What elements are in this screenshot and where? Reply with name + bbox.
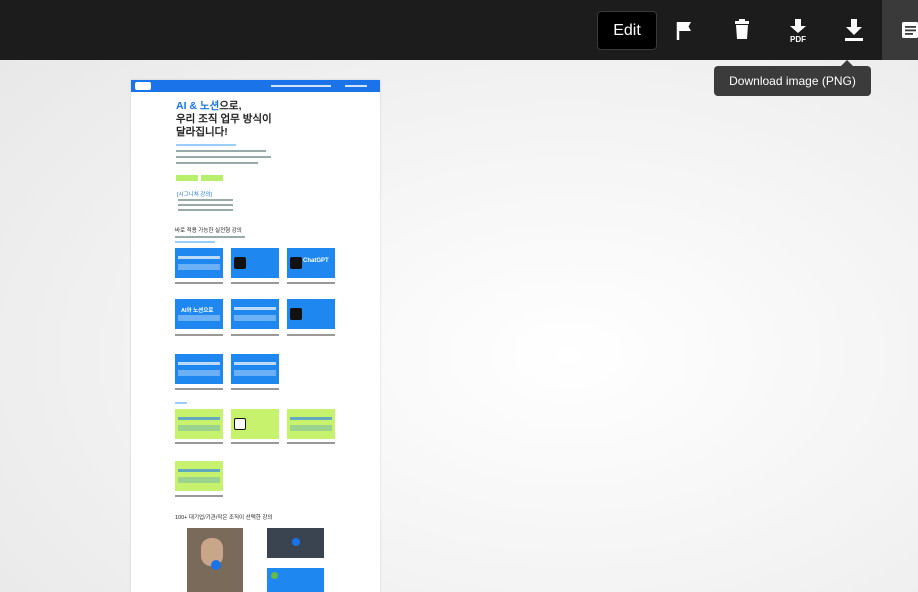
- course-card[interactable]: [175, 248, 223, 278]
- course-card[interactable]: [175, 354, 223, 384]
- practical-course-title: 바로 적용 가능한 실전형 강의: [175, 228, 242, 234]
- course-card[interactable]: [175, 409, 223, 439]
- document-panel-tab[interactable]: [882, 0, 918, 60]
- course-card[interactable]: [231, 299, 279, 329]
- page-preview[interactable]: AI & 노션으로, 우리 조직 업무 방식이 달라집니다! [시그니처 강의]…: [131, 80, 380, 592]
- course-card[interactable]: [287, 409, 335, 439]
- testimonial-video[interactable]: [187, 528, 243, 592]
- course-card-chatgpt[interactable]: ChatGPT: [287, 248, 335, 278]
- testimonial-video[interactable]: [267, 528, 324, 558]
- course-card-ai-notion[interactable]: AI와 노션으로: [175, 299, 223, 329]
- partners-section-title: 100+ 대기업/기관/작은 조직이 선택한 강의: [175, 515, 273, 521]
- download-tooltip: Download image (PNG): [714, 60, 871, 96]
- trash-icon[interactable]: [730, 18, 754, 44]
- preview-headline: AI & 노션으로, 우리 조직 업무 방식이 달라집니다!: [176, 100, 272, 138]
- signature-course-tag: [시그니처 강의]: [177, 192, 212, 198]
- document-icon: [902, 22, 918, 38]
- download-image-icon[interactable]: [842, 18, 866, 44]
- download-pdf-icon[interactable]: PDF: [786, 18, 810, 44]
- pdf-label: PDF: [790, 35, 806, 44]
- play-icon[interactable]: [292, 538, 300, 546]
- preview-logo: [135, 82, 151, 90]
- course-card[interactable]: [287, 299, 335, 329]
- edit-button[interactable]: Edit: [597, 11, 657, 50]
- flag-icon[interactable]: [673, 18, 697, 44]
- play-icon[interactable]: [211, 560, 221, 570]
- top-toolbar: Edit PDF: [0, 0, 918, 60]
- avatar: [271, 572, 278, 579]
- preview-navbar: [131, 80, 380, 92]
- course-card[interactable]: [231, 354, 279, 384]
- course-card[interactable]: [231, 409, 279, 439]
- course-card[interactable]: [231, 248, 279, 278]
- course-card[interactable]: [175, 461, 223, 491]
- review-card: [267, 568, 324, 592]
